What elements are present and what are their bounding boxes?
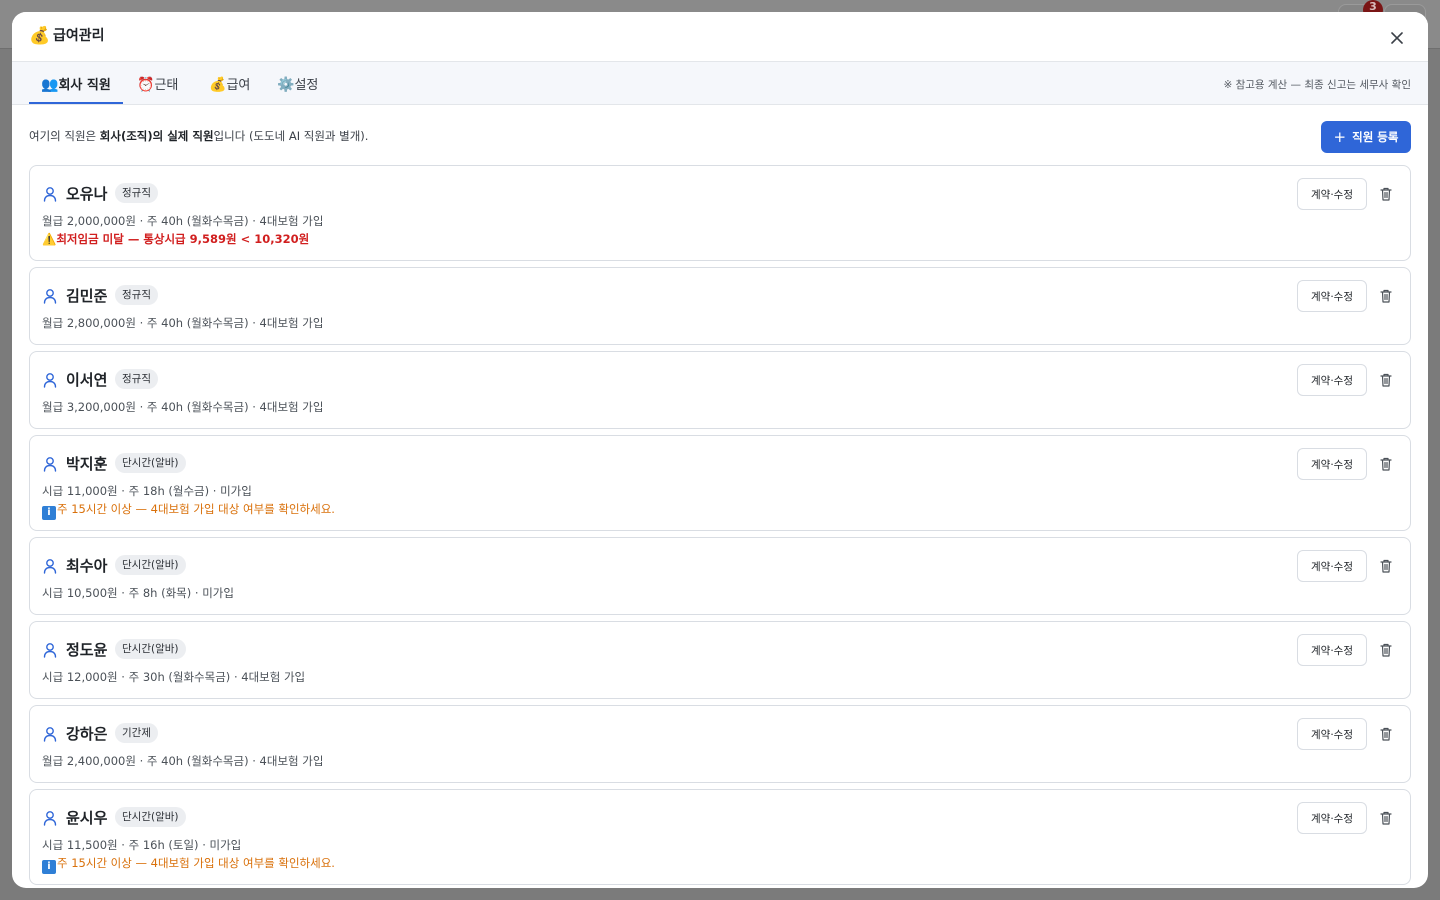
trash-icon[interactable] xyxy=(1378,456,1394,472)
employee-detail: 월급 3,200,000원 · 주 40h (월화수목금) · 4대보험 가입 xyxy=(42,400,324,414)
tab-settings[interactable]: ⚙️설정 xyxy=(265,62,330,102)
alarm-clock-icon: ⏰ xyxy=(137,77,155,93)
employee-card: 박지훈 단시간(알바) 시급 11,000원 · 주 18h (월수금) · 미가입… xyxy=(29,435,1411,531)
tab-label: 설정 xyxy=(294,78,319,93)
employee-name: 강하은 xyxy=(66,725,108,743)
person-icon xyxy=(42,726,58,742)
edit-contract-button[interactable]: 계약·수정 xyxy=(1297,448,1367,480)
employment-type-badge: 정규직 xyxy=(115,183,158,203)
person-icon xyxy=(42,558,58,574)
employment-type-badge: 단시간(알바) xyxy=(115,639,186,659)
tab-label: 근태 xyxy=(154,78,179,93)
intro-bold: 회사(조직)의 실제 직원 xyxy=(99,129,214,143)
gear-icon: ⚙️ xyxy=(277,77,295,93)
employee-card: 강하은 기간제월급 2,400,000원 · 주 40h (월화수목금) · 4대… xyxy=(29,705,1411,783)
intro-suffix: 입니다 (도도네 AI 직원과 별개). xyxy=(213,129,369,143)
payroll-modal: 💰 급여관리 👥회사 직원 ⏰근태 💰급여 ⚙️설정 ※ 참고용 계산 — 최종 신고… xyxy=(12,12,1428,888)
edit-contract-button[interactable]: 계약·수정 xyxy=(1297,802,1367,834)
info-icon: i xyxy=(42,860,56,874)
employee-detail: 시급 12,000원 · 주 30h (월화수목금) · 4대보험 가입 xyxy=(42,670,306,684)
employee-warning: i주 15시간 이상 — 4대보험 가입 대상 여부를 확인하세요. xyxy=(42,501,335,520)
intro-prefix: 여기의 직원은 xyxy=(29,129,100,143)
trash-icon[interactable] xyxy=(1378,810,1394,826)
close-button[interactable] xyxy=(1384,25,1410,51)
employment-type-badge: 단시간(알바) xyxy=(115,555,186,575)
money-bag-icon: 💰 xyxy=(209,77,227,93)
employee-name: 최수아 xyxy=(66,557,108,575)
employee-name: 윤시우 xyxy=(66,809,108,827)
warning-icon: ⚠️ xyxy=(42,232,57,246)
person-icon xyxy=(42,372,58,388)
trash-icon[interactable] xyxy=(1378,288,1394,304)
tab-payroll[interactable]: 💰급여 xyxy=(197,62,262,102)
money-bag-icon: 💰 xyxy=(29,26,51,46)
employment-type-badge: 단시간(알바) xyxy=(115,453,186,473)
employee-detail: 월급 2,000,000원 · 주 40h (월화수목금) · 4대보험 가입 xyxy=(42,214,324,228)
add-employee-button[interactable]: + 직원 등록 xyxy=(1321,121,1411,153)
employee-detail: 월급 2,400,000원 · 주 40h (월화수목금) · 4대보험 가입 xyxy=(42,754,324,768)
add-employee-label: 직원 등록 xyxy=(1352,130,1399,144)
edit-contract-button[interactable]: 계약·수정 xyxy=(1297,634,1367,666)
modal-title: 급여관리 xyxy=(53,28,105,44)
person-icon xyxy=(42,810,58,826)
employee-name: 박지훈 xyxy=(66,455,108,473)
employee-card: 최수아 단시간(알바) 시급 10,500원 · 주 8h (화목) · 미가입 계약… xyxy=(29,537,1411,615)
employment-type-badge: 단시간(알바) xyxy=(115,807,186,827)
employee-warning: i주 15시간 이상 — 4대보험 가입 대상 여부를 확인하세요. xyxy=(42,855,335,874)
warning-text: 주 15시간 이상 — 4대보험 가입 대상 여부를 확인하세요. xyxy=(57,856,335,870)
warning-text: 주 15시간 이상 — 4대보험 가입 대상 여부를 확인하세요. xyxy=(57,502,335,516)
employee-card: 이서연 정규직월급 3,200,000원 · 주 40h (월화수목금) · 4대… xyxy=(29,351,1411,429)
edit-contract-button[interactable]: 계약·수정 xyxy=(1297,280,1367,312)
person-icon xyxy=(42,186,58,202)
employment-type-badge: 기간제 xyxy=(115,723,158,743)
warning-text: 최저임금 미달 — 통상시급 9,589원 < 10,320원 xyxy=(56,232,310,246)
reference-note: ※ 참고용 계산 — 최종 신고는 세무사 확인 xyxy=(1223,79,1411,91)
info-icon: i xyxy=(42,506,56,520)
trash-icon[interactable] xyxy=(1378,186,1394,202)
tab-company-staff[interactable]: 👥회사 직원 xyxy=(29,62,123,104)
edit-contract-button[interactable]: 계약·수정 xyxy=(1297,718,1367,750)
tab-label: 회사 직원 xyxy=(58,78,111,93)
employee-name: 정도윤 xyxy=(66,641,108,659)
employee-card: 윤시우 단시간(알바) 시급 11,500원 · 주 16h (토일) · 미가입 i… xyxy=(29,789,1411,885)
person-icon xyxy=(42,642,58,658)
employee-card: 김민준 정규직월급 2,800,000원 · 주 40h (월화수목금) · 4대… xyxy=(29,267,1411,345)
person-icon xyxy=(42,456,58,472)
employee-name: 김민준 xyxy=(66,287,108,305)
plus-icon: + xyxy=(1333,127,1347,146)
employee-name: 오유나 xyxy=(66,185,108,203)
edit-contract-button[interactable]: 계약·수정 xyxy=(1297,550,1367,582)
employee-detail: 시급 11,500원 · 주 16h (토일) · 미가입 xyxy=(42,838,242,852)
employee-warning: ⚠️최저임금 미달 — 통상시급 9,589원 < 10,320원 xyxy=(42,231,309,247)
modal-header: 💰 급여관리 xyxy=(12,12,1428,62)
employee-detail: 월급 2,800,000원 · 주 40h (월화수목금) · 4대보험 가입 xyxy=(42,316,324,330)
close-icon xyxy=(1391,32,1403,44)
employee-card: 오유나 정규직월급 2,000,000원 · 주 40h (월화수목금) · 4대… xyxy=(29,165,1411,261)
employee-card: 정도윤 단시간(알바) 시급 12,000원 · 주 30h (월화수목금) · 4… xyxy=(29,621,1411,699)
intro-text: 여기의 직원은 회사(조직)의 실제 직원입니다 (도도네 AI 직원과 별개)… xyxy=(29,128,368,144)
tab-label: 급여 xyxy=(226,78,251,93)
employee-name: 이서연 xyxy=(66,371,108,389)
trash-icon[interactable] xyxy=(1378,372,1394,388)
edit-contract-button[interactable]: 계약·수정 xyxy=(1297,178,1367,210)
employment-type-badge: 정규직 xyxy=(115,285,158,305)
employee-detail: 시급 11,000원 · 주 18h (월수금) · 미가입 xyxy=(42,484,252,498)
trash-icon[interactable] xyxy=(1378,726,1394,742)
employment-type-badge: 정규직 xyxy=(115,369,158,389)
edit-contract-button[interactable]: 계약·수정 xyxy=(1297,364,1367,396)
tab-bar: 👥회사 직원 ⏰근태 💰급여 ⚙️설정 ※ 참고용 계산 — 최종 신고는 세무사 확… xyxy=(12,62,1428,105)
trash-icon[interactable] xyxy=(1378,558,1394,574)
employee-detail: 시급 10,500원 · 주 8h (화목) · 미가입 xyxy=(42,586,234,600)
trash-icon[interactable] xyxy=(1378,642,1394,658)
person-icon xyxy=(42,288,58,304)
tab-attendance[interactable]: ⏰근태 xyxy=(125,62,190,102)
people-icon: 👥 xyxy=(41,77,59,93)
